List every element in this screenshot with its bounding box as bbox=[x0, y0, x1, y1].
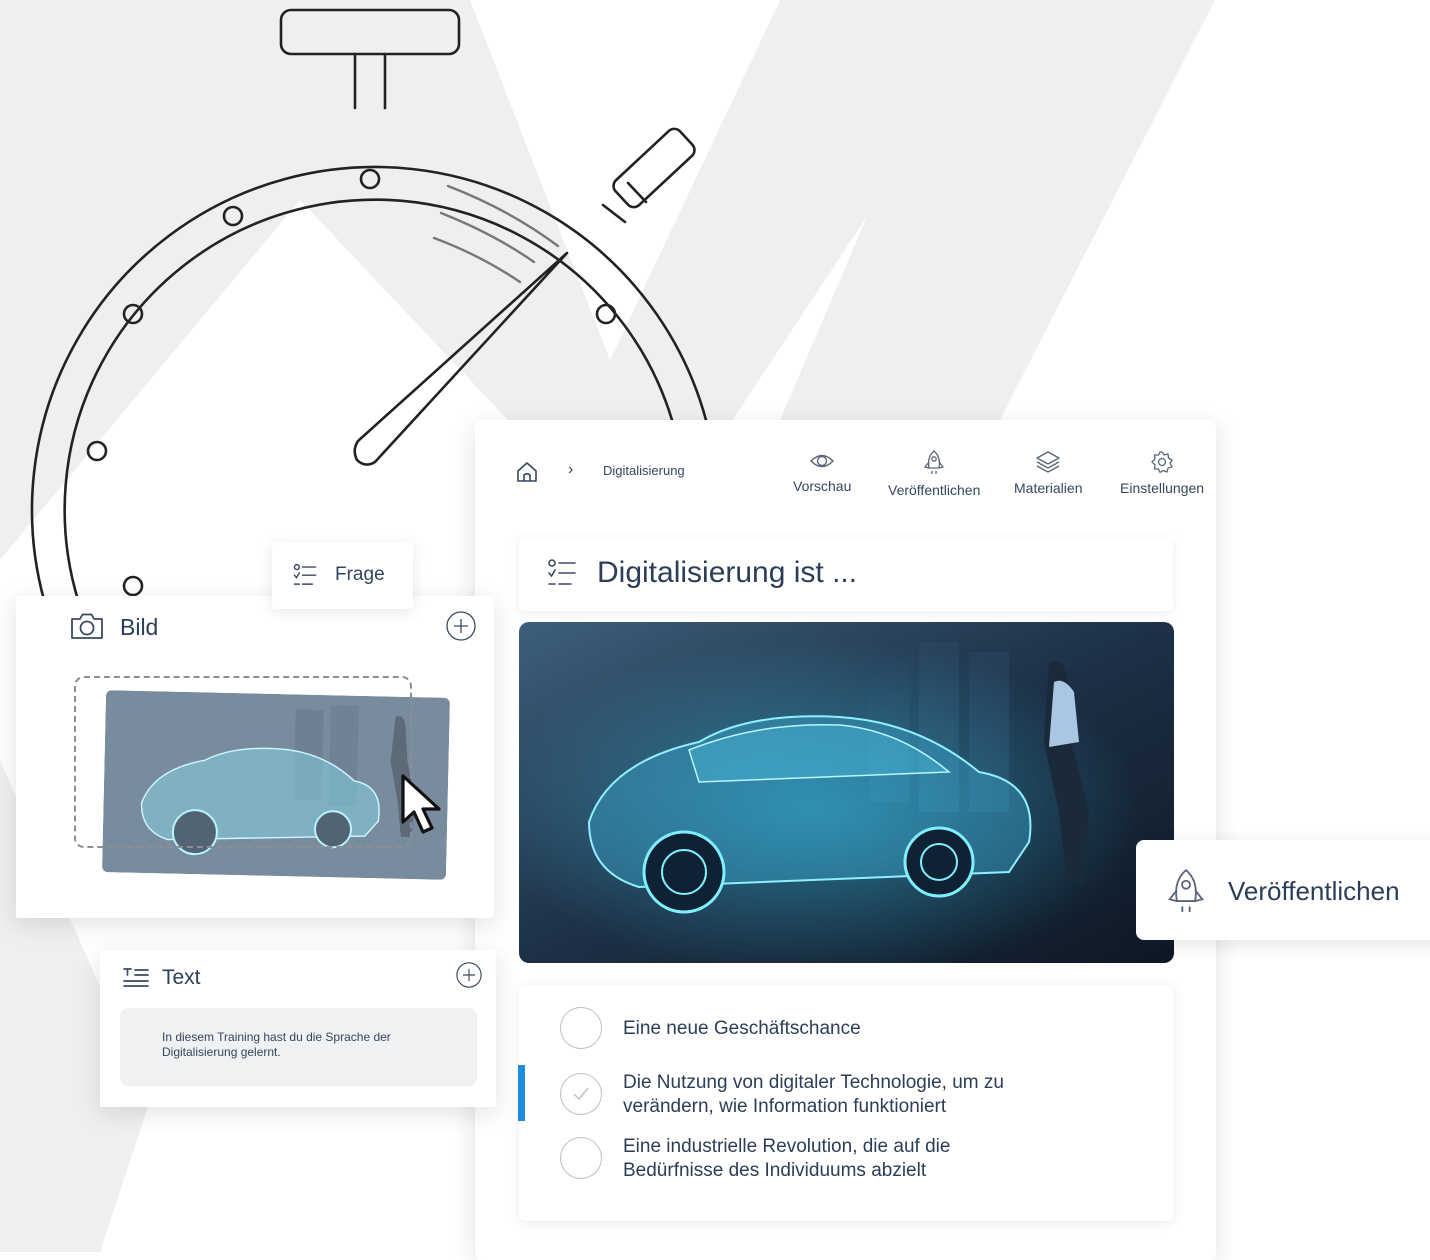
question-title-box[interactable]: Digitalisierung ist ... bbox=[519, 537, 1173, 611]
nav-settings[interactable]: Einstellungen bbox=[1120, 450, 1204, 496]
question-image bbox=[519, 622, 1174, 963]
nav-preview[interactable]: Vorschau bbox=[793, 450, 851, 494]
question-title: Digitalisierung ist ... bbox=[597, 556, 858, 589]
editor-panel: › Digitalisierung Vorschau Veröffentlich… bbox=[475, 420, 1216, 1260]
layers-icon bbox=[1036, 451, 1060, 473]
add-image-plus-icon[interactable] bbox=[446, 611, 476, 641]
answer-list: Eine neue Geschäftschance Die Nutzung vo… bbox=[518, 985, 1173, 1221]
text-block-content: In diesem Training hast du die Sprache d… bbox=[162, 1030, 391, 1059]
answer-option-3[interactable]: Eine industrielle Revolution, die auf di… bbox=[519, 1135, 1173, 1191]
answer-label: Die Nutzung von digitaler Technologie, u… bbox=[623, 1072, 1004, 1117]
rocket-icon bbox=[1168, 868, 1204, 912]
add-text-plus-icon[interactable] bbox=[456, 962, 482, 988]
answer-label: Eine industrielle Revolution, die auf di… bbox=[623, 1136, 951, 1181]
selected-indicator bbox=[518, 1065, 525, 1121]
text-block-card[interactable]: Text In diesem Training hast du die Spra… bbox=[100, 950, 496, 1107]
publish-floating-label: Veröffentlichen bbox=[1228, 876, 1400, 906]
check-icon bbox=[573, 1087, 589, 1101]
publish-floating-button[interactable]: Veröffentlichen bbox=[1136, 840, 1430, 940]
nav-publish[interactable]: Veröffentlichen bbox=[888, 450, 980, 498]
cursor-icon bbox=[401, 774, 441, 834]
answer-radio[interactable] bbox=[560, 1007, 602, 1049]
answer-radio-checked[interactable] bbox=[560, 1073, 602, 1115]
gear-icon bbox=[1151, 451, 1173, 474]
image-drop-zone[interactable] bbox=[74, 676, 412, 848]
breadcrumb-current[interactable]: Digitalisierung bbox=[603, 463, 685, 478]
rocket-icon bbox=[924, 450, 945, 474]
nav-preview-label: Vorschau bbox=[793, 478, 852, 494]
nav-publish-label: Veröffentlichen bbox=[888, 482, 981, 498]
camera-icon bbox=[71, 613, 103, 639]
answer-label: Eine neue Geschäftschance bbox=[623, 1018, 861, 1039]
question-list-icon bbox=[293, 563, 317, 585]
answer-option-1[interactable]: Eine neue Geschäftschance bbox=[519, 1007, 1173, 1055]
breadcrumb-separator: › bbox=[568, 461, 574, 478]
image-block-label: Bild bbox=[120, 614, 159, 640]
answer-option-2[interactable]: Die Nutzung von digitaler Technologie, u… bbox=[518, 1065, 1173, 1121]
text-icon bbox=[123, 968, 149, 987]
question-list-icon bbox=[548, 559, 576, 585]
nav-materials[interactable]: Materialien bbox=[1014, 450, 1082, 496]
nav-materials-label: Materialien bbox=[1014, 480, 1083, 496]
text-block-body[interactable]: In diesem Training hast du die Sprache d… bbox=[120, 1008, 477, 1086]
image-block-card[interactable]: Bild bbox=[16, 596, 494, 918]
eye-icon bbox=[810, 454, 835, 468]
home-icon[interactable] bbox=[515, 460, 539, 484]
text-block-label: Text bbox=[162, 966, 201, 989]
answer-radio[interactable] bbox=[560, 1137, 602, 1179]
question-block-tag[interactable]: Frage bbox=[272, 542, 413, 609]
top-bar: › Digitalisierung Vorschau Veröffentlich… bbox=[475, 420, 1216, 515]
nav-settings-label: Einstellungen bbox=[1120, 480, 1205, 496]
question-block-label: Frage bbox=[335, 564, 385, 585]
